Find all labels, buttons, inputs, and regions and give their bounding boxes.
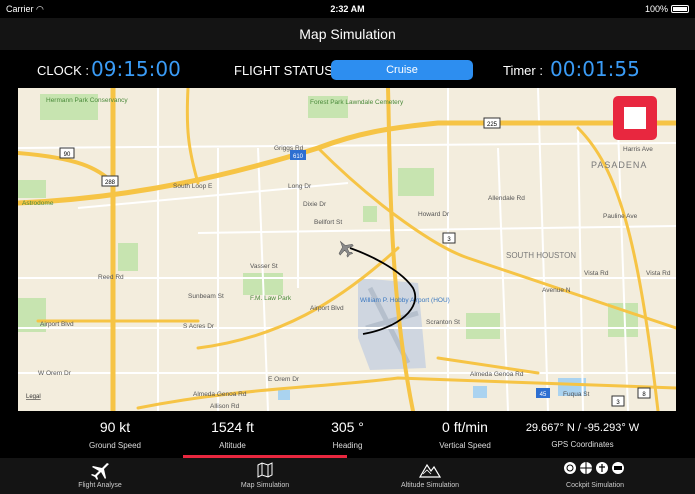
stop-icon: [624, 107, 646, 129]
map-label-astrodome: Astrodome: [22, 200, 54, 207]
park-east: [398, 168, 434, 196]
shield-90-icon: 90: [59, 147, 75, 159]
tab-bar: Flight Analyse Map Simulation Altitude S…: [0, 458, 695, 494]
tab-map-simulation[interactable]: Map Simulation: [205, 461, 325, 489]
map-label-pauline: Pauline Ave: [603, 213, 638, 220]
svg-text:288: 288: [105, 180, 116, 186]
gps-value: 29.667° N / -95.293° W: [525, 422, 640, 434]
heading-value: 305 °: [331, 419, 364, 435]
map-label-forest: Forest Park Lawndale Cemetery: [310, 99, 404, 106]
airplane-icon: [40, 461, 160, 481]
stop-simulation-button[interactable]: [613, 96, 657, 140]
battery-indicator: 100%: [645, 4, 689, 14]
map-label-fm-law: F.M. Law Park: [250, 295, 292, 302]
park-south: [466, 313, 500, 339]
ground-speed-value: 90 kt: [99, 419, 131, 435]
heading-label: Heading: [332, 441, 363, 450]
map-label-s-acres: S Acres Dr: [183, 323, 215, 330]
cockpit-gauges-icon: [535, 461, 655, 481]
altitude-value: 1524 ft: [211, 419, 254, 435]
page-title: Map Simulation: [299, 26, 396, 42]
stat-ground-speed: 90 kt Ground Speed: [80, 419, 150, 450]
shield-3-icon: 3: [442, 232, 456, 244]
map-legal-link[interactable]: Legal: [26, 394, 41, 400]
map-label-bellfort: Bellfort St: [314, 219, 342, 226]
gps-label: GPS Coordinates: [551, 440, 614, 449]
tab-flight-analyse[interactable]: Flight Analyse: [40, 461, 160, 489]
stat-vertical-speed: 0 ft/min Vertical Speed: [425, 419, 505, 450]
stat-altitude: 1524 ft Altitude: [195, 419, 270, 450]
tab-label: Cockpit Simulation: [566, 482, 624, 489]
map-label-airport-blvd: Airport Blvd: [40, 321, 74, 328]
map-label-hobby: William P. Hobby Airport (HOU): [360, 297, 450, 304]
tab-altitude-simulation[interactable]: Altitude Simulation: [370, 461, 490, 489]
shield-45-icon: 45: [536, 388, 550, 398]
water-2: [473, 386, 487, 398]
timer-value: 00:01:55: [550, 57, 640, 81]
map-label-harris: Harris Ave: [623, 146, 653, 153]
flight-info-bar: CLOCK : 09:15:00 FLIGHT STATUS : Cruise …: [0, 52, 695, 86]
svg-text:610: 610: [293, 154, 304, 160]
shield-225-icon: 225: [483, 117, 501, 129]
map-label-avenue-n: Avenue N: [542, 287, 571, 294]
map-label-sunbeam: Sunbeam St: [188, 293, 224, 300]
vertical-speed-label: Vertical Speed: [439, 441, 491, 450]
tab-label: Altitude Simulation: [401, 482, 459, 489]
map-label-allendale: Allendale Rd: [488, 195, 525, 202]
stat-gps: 29.667° N / -95.293° W GPS Coordinates: [515, 419, 650, 449]
map-view[interactable]: Hermann Park Conservancy Forest Park Law…: [18, 88, 676, 411]
map-label-fuqua: Fuqua St: [563, 391, 590, 398]
shield-3b-icon: 3: [611, 395, 625, 407]
map-label-howard: Howard Dr: [418, 211, 450, 218]
map-label-airport-blvd-2: Airport Blvd: [310, 305, 344, 312]
altitude-label: Altitude: [219, 441, 246, 450]
nav-bar: Map Simulation: [0, 18, 695, 50]
battery-icon: [671, 5, 689, 13]
map-icon: [205, 461, 325, 481]
map-label-vista: Vista Rd: [584, 270, 609, 277]
map-label-pasadena: PASADENA: [591, 160, 647, 170]
map-label-w-orem: W Orem Dr: [38, 370, 72, 377]
battery-percent: 100%: [644, 4, 668, 14]
map-canvas: Hermann Park Conservancy Forest Park Law…: [18, 88, 676, 411]
svg-text:90: 90: [64, 152, 71, 158]
svg-text:45: 45: [540, 392, 547, 398]
tab-cockpit-simulation[interactable]: Cockpit Simulation: [535, 461, 655, 489]
park-astrodome: [18, 180, 46, 198]
clock-value: 09:15:00: [91, 57, 181, 81]
map-label-scranton: Scranton St: [426, 319, 460, 326]
map-label-hermann: Hermann Park Conservancy: [46, 97, 128, 104]
tab-label: Map Simulation: [240, 482, 290, 489]
ground-speed-label: Ground Speed: [88, 441, 142, 450]
timer-label: Timer :: [503, 63, 543, 78]
vertical-speed-value: 0 ft/min: [442, 419, 488, 435]
mountain-icon: [370, 461, 490, 481]
tab-label: Flight Analyse: [78, 482, 122, 489]
map-label-e-orem: E Orem Dr: [268, 376, 300, 383]
map-label-south-houston: SOUTH HOUSTON: [506, 251, 576, 260]
shield-610-icon: 610: [290, 150, 306, 160]
water-3: [278, 390, 290, 400]
map-label-almeda-genoa: Almeda Genoa Rd: [193, 391, 247, 398]
park-west: [118, 243, 138, 271]
status-bar: Carrier ◠ 2:32 AM 100%: [0, 0, 695, 18]
shield-288-icon: 288: [101, 175, 119, 187]
map-label-long-dr: Long Dr: [288, 183, 312, 190]
clock-label: CLOCK :: [37, 63, 90, 78]
map-label-dixie: Dixie Dr: [303, 201, 327, 208]
status-time: 2:32 AM: [330, 4, 365, 14]
flight-stats-bar: 90 kt Ground Speed 1524 ft Altitude 305 …: [0, 413, 695, 458]
shield-8-icon: 8: [637, 387, 651, 399]
map-label-allison: Allison Rd: [210, 403, 240, 410]
flight-status-label: FLIGHT STATUS :: [234, 63, 341, 78]
map-label-south-loop: South Loop E: [173, 183, 213, 190]
map-label-vasser: Vasser St: [250, 263, 278, 270]
map-label-vista-2: Vista Rd: [646, 270, 671, 277]
svg-text:225: 225: [487, 122, 498, 128]
stat-heading: 305 ° Heading: [310, 419, 385, 450]
park-small: [363, 206, 377, 222]
map-label-almeda-genoa-2: Almeda Genoa Rd: [470, 371, 524, 378]
map-label-reed: Reed Rd: [98, 274, 124, 281]
flight-status-button[interactable]: Cruise: [331, 60, 473, 80]
